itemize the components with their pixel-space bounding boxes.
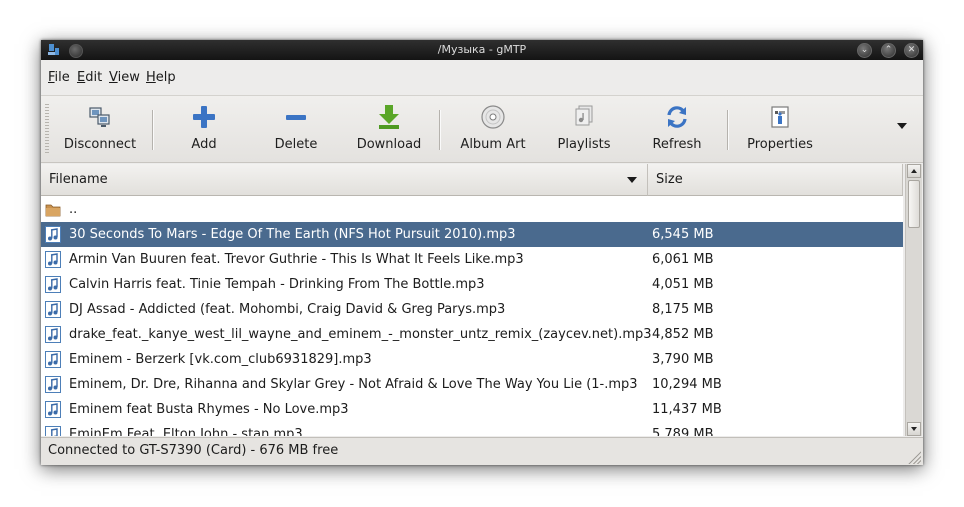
file-name: Armin Van Buuren feat. Trevor Guthrie - … — [69, 252, 524, 267]
music-note-icon — [45, 276, 61, 293]
music-note-icon — [45, 226, 61, 243]
file-name: EminEm Feat. Elton John - stan.mp3 — [69, 427, 303, 436]
menu-help[interactable]: Help — [146, 70, 176, 85]
table-row[interactable]: Eminem feat Busta Rhymes - No Love.mp3 11… — [41, 397, 903, 422]
table-row[interactable]: Eminem, Dr. Dre, Rihanna and Skylar Grey… — [41, 372, 903, 397]
minus-icon — [286, 115, 306, 120]
properties-button[interactable]: Properties — [737, 96, 823, 162]
file-name: Eminem feat Busta Rhymes - No Love.mp3 — [69, 402, 349, 417]
file-name: .. — [69, 202, 78, 217]
status-bar: Connected to GT-S7390 (Card) - 676 MB fr… — [41, 437, 923, 465]
file-size: 11,437 MB — [652, 402, 722, 417]
playlists-button[interactable]: Playlists — [545, 96, 623, 162]
sort-arrow-icon[interactable] — [627, 177, 637, 183]
scroll-thumb[interactable] — [908, 180, 920, 228]
scroll-down-arrow-icon[interactable] — [907, 422, 921, 436]
download-label: Download — [356, 137, 422, 152]
playlist-icon — [575, 105, 593, 126]
properties-icon — [771, 106, 789, 128]
menu-file[interactable]: File — [48, 70, 70, 85]
file-size: 5,789 MB — [652, 427, 714, 436]
properties-label: Properties — [747, 137, 813, 152]
column-header-size[interactable]: Size — [648, 164, 903, 196]
table-row[interactable]: DJ Assad - Addicted (feat. Mohombi, Crai… — [41, 297, 903, 322]
resize-grip[interactable] — [907, 450, 921, 464]
title-bar: /Музыка - gMTP ⌄ ⌃ ✕ — [41, 40, 923, 60]
file-name: 30 Seconds To Mars - Edge Of The Earth (… — [69, 227, 516, 242]
toolbar: Disconnect Add Delete Download Album Art… — [41, 96, 923, 163]
toolbar-overflow-arrow[interactable] — [897, 123, 907, 129]
plus-icon — [193, 106, 215, 128]
file-size: 3,790 MB — [652, 352, 714, 367]
delete-label: Delete — [274, 137, 318, 152]
menu-edit[interactable]: Edit — [77, 70, 102, 85]
download-arrow-icon — [379, 105, 399, 129]
delete-button[interactable]: Delete — [256, 96, 336, 162]
disconnect-button[interactable]: Disconnect — [57, 96, 143, 162]
add-button[interactable]: Add — [166, 96, 242, 162]
album-art-button[interactable]: Album Art — [451, 96, 535, 162]
parent-folder-row[interactable]: .. — [41, 197, 903, 222]
vertical-scrollbar[interactable] — [905, 164, 922, 436]
music-note-icon — [45, 326, 61, 343]
music-note-icon — [45, 426, 61, 436]
toolbar-separator — [152, 110, 153, 150]
refresh-icon — [667, 106, 687, 128]
table-row[interactable]: Calvin Harris feat. Tinie Tempah - Drink… — [41, 272, 903, 297]
table-row[interactable]: 30 Seconds To Mars - Edge Of The Earth (… — [41, 222, 903, 247]
column-filename-label: Filename — [49, 172, 108, 187]
music-note-icon — [45, 401, 61, 418]
music-note-icon — [45, 301, 61, 318]
menu-view[interactable]: View — [109, 70, 140, 85]
file-size: 4,852 MB — [652, 327, 714, 342]
add-label: Add — [191, 137, 217, 152]
maximize-button[interactable]: ⌃ — [881, 43, 896, 58]
music-note-icon — [45, 351, 61, 368]
album-art-label: Album Art — [460, 137, 526, 152]
status-text: Connected to GT-S7390 (Card) - 676 MB fr… — [48, 443, 339, 458]
refresh-button[interactable]: Refresh — [637, 96, 717, 162]
file-name: Calvin Harris feat. Tinie Tempah - Drink… — [69, 277, 485, 292]
table-row[interactable]: EminEm Feat. Elton John - stan.mp3 5,789 … — [41, 422, 903, 436]
table-row[interactable]: Armin Van Buuren feat. Trevor Guthrie - … — [41, 247, 903, 272]
toolbar-separator — [439, 110, 440, 150]
minimize-button[interactable]: ⌄ — [857, 43, 872, 58]
file-name: DJ Assad - Addicted (feat. Mohombi, Crai… — [69, 302, 506, 317]
disconnect-label: Disconnect — [63, 137, 137, 152]
disc-icon — [481, 105, 505, 129]
toolbar-grip[interactable] — [45, 104, 49, 154]
menu-bar: File Edit View Help — [41, 60, 923, 96]
file-size: 10,294 MB — [652, 377, 722, 392]
close-button[interactable]: ✕ — [904, 43, 919, 58]
refresh-label: Refresh — [652, 137, 702, 152]
column-header-filename[interactable]: Filename — [41, 164, 648, 196]
music-note-icon — [45, 251, 61, 268]
file-name: drake_feat._kanye_west_lil_wayne_and_emi… — [69, 327, 652, 342]
file-name: Eminem - Berzerk [vk.com_club6931829].mp… — [69, 352, 372, 367]
gmtp-window: /Музыка - gMTP ⌄ ⌃ ✕ File Edit View Help… — [41, 40, 923, 465]
file-size: 6,061 MB — [652, 252, 714, 267]
file-size: 6,545 MB — [652, 227, 714, 242]
file-list: Filename Size .. 30 Seconds To Mars - Edg… — [41, 164, 903, 436]
column-size-label: Size — [656, 172, 683, 187]
playlists-label: Playlists — [557, 137, 611, 152]
file-name: Eminem, Dr. Dre, Rihanna and Skylar Grey… — [69, 377, 638, 392]
toolbar-separator — [727, 110, 728, 150]
download-button[interactable]: Download — [347, 96, 431, 162]
computers-icon — [89, 107, 110, 127]
table-row[interactable]: drake_feat._kanye_west_lil_wayne_and_emi… — [41, 322, 903, 347]
scroll-up-arrow-icon[interactable] — [907, 164, 921, 178]
file-size: 8,175 MB — [652, 302, 714, 317]
table-row[interactable]: Eminem - Berzerk [vk.com_club6931829].mp… — [41, 347, 903, 372]
window-title: /Музыка - gMTP — [437, 43, 527, 56]
file-size: 4,051 MB — [652, 277, 714, 292]
folder-icon — [45, 204, 61, 217]
music-note-icon — [45, 376, 61, 393]
